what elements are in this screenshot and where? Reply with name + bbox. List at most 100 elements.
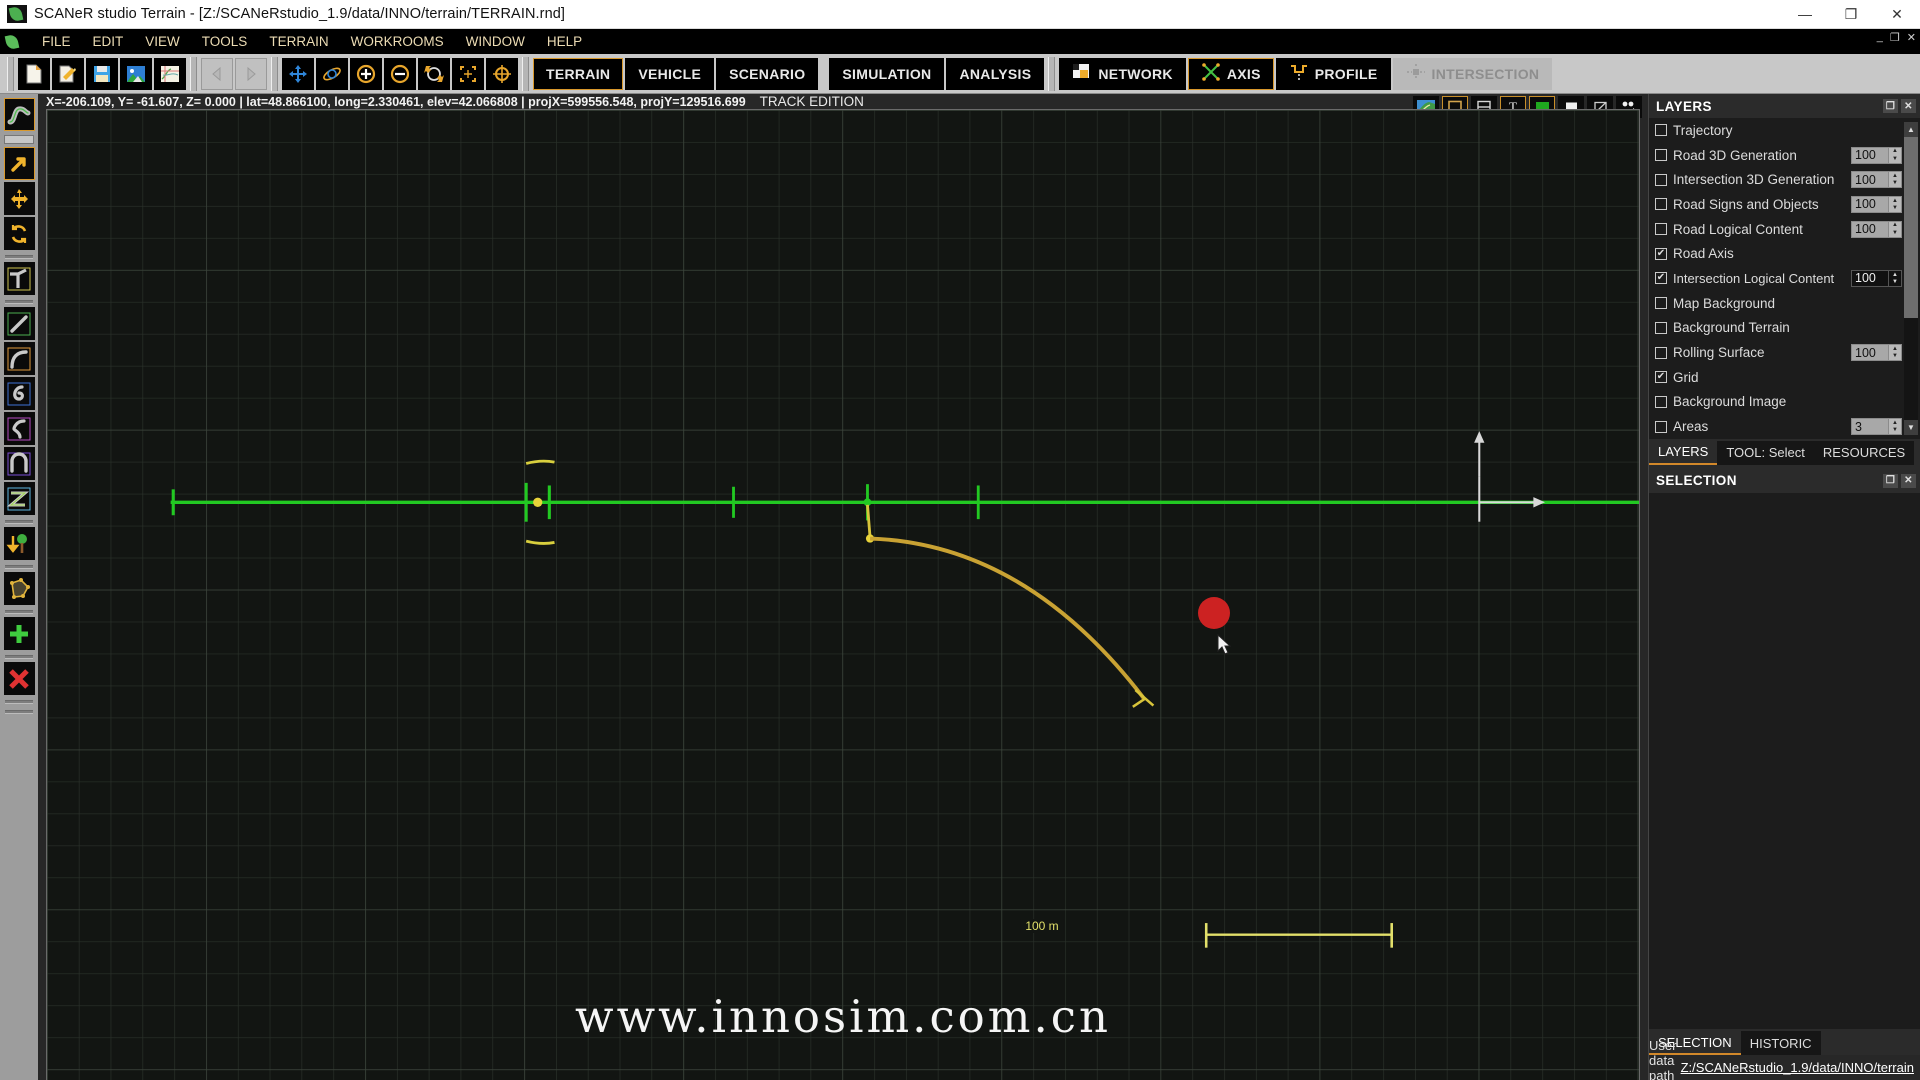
layer-row-background-terrain[interactable]: Background Terrain bbox=[1649, 316, 1920, 341]
move-tool[interactable] bbox=[3, 182, 35, 215]
spinner-arrows[interactable]: ▲ ▼ bbox=[1889, 418, 1902, 436]
layer-row-road-signs-and-objects[interactable]: Road Signs and Objects 100 ▲ ▼ bbox=[1649, 192, 1920, 217]
layer-row-trajectory[interactable]: Trajectory bbox=[1649, 118, 1920, 143]
junction-tool[interactable] bbox=[3, 262, 35, 295]
tab-resources[interactable]: RESOURCES bbox=[1813, 440, 1915, 465]
orbit-icon[interactable] bbox=[316, 57, 348, 90]
menu-item-file[interactable]: FILE bbox=[31, 34, 82, 49]
layer-checkbox[interactable] bbox=[1655, 223, 1667, 236]
layer-checkbox[interactable] bbox=[1655, 149, 1667, 162]
layer-checkbox[interactable] bbox=[1655, 198, 1667, 211]
layer-checkbox[interactable] bbox=[1655, 247, 1667, 260]
mdi-minimize-button[interactable]: _ bbox=[1877, 31, 1883, 44]
zoom-out-icon[interactable] bbox=[384, 57, 416, 90]
layer-row-rolling-surface[interactable]: Rolling Surface 100 ▲ ▼ bbox=[1649, 340, 1920, 365]
layer-checkbox[interactable] bbox=[1655, 371, 1667, 384]
layer-checkbox[interactable] bbox=[1655, 395, 1667, 408]
layer-row-road-logical-content[interactable]: Road Logical Content 100 ▲ ▼ bbox=[1649, 217, 1920, 242]
s-curve-tool[interactable] bbox=[3, 412, 35, 445]
minimize-button[interactable]: — bbox=[1782, 0, 1828, 28]
selection-restore-button[interactable]: ❐ bbox=[1883, 473, 1898, 488]
terrain-object-tool[interactable] bbox=[3, 527, 35, 560]
pan-icon[interactable] bbox=[282, 57, 314, 90]
layer-checkbox[interactable] bbox=[1655, 321, 1667, 334]
menu-item-view[interactable]: VIEW bbox=[134, 34, 191, 49]
mdi-close-button[interactable]: ✕ bbox=[1907, 31, 1916, 44]
mode-simulation-button[interactable]: SIMULATION bbox=[829, 57, 945, 90]
layers-close-button[interactable]: ✕ bbox=[1901, 99, 1916, 113]
layer-row-grid[interactable]: Grid bbox=[1649, 365, 1920, 390]
spinner-arrows[interactable]: ▲ ▼ bbox=[1889, 344, 1902, 362]
menu-item-tools[interactable]: TOOLS bbox=[191, 34, 259, 49]
selection-panel-body[interactable] bbox=[1649, 492, 1920, 1029]
layers-scrollbar[interactable]: ▲ ▼ bbox=[1904, 122, 1918, 435]
spiral-tool[interactable] bbox=[3, 377, 35, 410]
mode-vehicle-button[interactable]: VEHICLE bbox=[625, 57, 715, 90]
layer-checkbox[interactable] bbox=[1655, 272, 1667, 285]
arc-curve-tool[interactable] bbox=[3, 342, 35, 375]
layer-value-spinner[interactable]: 100 ▲ ▼ bbox=[1851, 195, 1902, 213]
layer-value-spinner[interactable]: 100 ▲ ▼ bbox=[1851, 344, 1902, 362]
scroll-up-button[interactable]: ▲ bbox=[1904, 122, 1918, 137]
layer-checkbox[interactable] bbox=[1655, 124, 1667, 137]
user-data-path-link[interactable]: Z:/SCANeRstudio_1.9/data/INNO/terrain bbox=[1681, 1060, 1914, 1075]
rotate-tool[interactable] bbox=[3, 217, 35, 250]
mode-scenario-button[interactable]: SCENARIO bbox=[716, 57, 819, 90]
tab-tool-select[interactable]: TOOL: Select bbox=[1717, 440, 1814, 465]
layer-row-intersection-logical-content[interactable]: Intersection Logical Content 100 ▲▼ bbox=[1649, 266, 1920, 291]
tool-size-slider[interactable] bbox=[4, 135, 34, 144]
center-target-icon[interactable] bbox=[486, 57, 518, 90]
editor-profile-button[interactable]: PROFILE bbox=[1275, 57, 1391, 90]
layer-value-spinner[interactable]: 100 ▲ ▼ bbox=[1851, 269, 1902, 287]
mdi-restore-button[interactable]: ❐ bbox=[1890, 31, 1900, 44]
editor-axis-button[interactable]: AXIS bbox=[1187, 57, 1274, 90]
layer-row-areas[interactable]: Areas 3 ▲ ▼ bbox=[1649, 414, 1920, 439]
editor-network-button[interactable]: NETWORK bbox=[1059, 57, 1186, 90]
layer-checkbox[interactable] bbox=[1655, 346, 1667, 359]
menu-item-window[interactable]: WINDOW bbox=[455, 34, 536, 49]
scroll-down-button[interactable]: ▼ bbox=[1904, 419, 1918, 435]
layer-row-road-3d-generation[interactable]: Road 3D Generation 100 ▲ ▼ bbox=[1649, 143, 1920, 168]
spinner-arrows[interactable]: ▲ ▼ bbox=[1889, 269, 1902, 287]
mode-terrain-button[interactable]: TERRAIN bbox=[533, 57, 624, 90]
scrollbar-thumb[interactable] bbox=[1904, 137, 1918, 319]
area-polygon-tool[interactable] bbox=[3, 572, 35, 605]
zigzag-polyline-tool[interactable] bbox=[3, 482, 35, 515]
terrain-canvas[interactable]: 100 m www.innosim.com.cn bbox=[46, 109, 1640, 1080]
layer-checkbox[interactable] bbox=[1655, 173, 1667, 186]
layer-value-spinner[interactable]: 100 ▲ ▼ bbox=[1851, 220, 1902, 238]
maximize-button[interactable]: ❐ bbox=[1828, 0, 1874, 28]
add-tool[interactable] bbox=[3, 617, 35, 650]
layer-value-spinner[interactable]: 100 ▲ ▼ bbox=[1851, 146, 1902, 164]
layer-checkbox[interactable] bbox=[1655, 297, 1667, 310]
layer-value-spinner[interactable]: 100 ▲ ▼ bbox=[1851, 171, 1902, 189]
layer-row-map-background[interactable]: Map Background bbox=[1649, 291, 1920, 316]
delete-tool[interactable] bbox=[3, 662, 35, 695]
map-icon[interactable] bbox=[154, 57, 186, 90]
menu-item-terrain[interactable]: TERRAIN bbox=[258, 34, 339, 49]
u-turn-tool[interactable] bbox=[3, 447, 35, 480]
spinner-arrows[interactable]: ▲ ▼ bbox=[1889, 146, 1902, 164]
selection-close-button[interactable]: ✕ bbox=[1901, 473, 1916, 488]
zoom-in-icon[interactable] bbox=[350, 57, 382, 90]
zoom-extents-icon[interactable] bbox=[418, 57, 450, 90]
spinner-arrows[interactable]: ▲ ▼ bbox=[1889, 195, 1902, 213]
next-arrow-icon[interactable] bbox=[235, 57, 267, 90]
layer-row-background-image[interactable]: Background Image bbox=[1649, 390, 1920, 415]
tab-layers[interactable]: LAYERS bbox=[1649, 440, 1718, 465]
straight-line-tool[interactable] bbox=[3, 307, 35, 340]
scrollbar-track[interactable] bbox=[1904, 137, 1918, 420]
layer-row-intersection-3d-generation[interactable]: Intersection 3D Generation 100 ▲ ▼ bbox=[1649, 167, 1920, 192]
editor-intersection-button[interactable]: INTERSECTION bbox=[1392, 57, 1553, 90]
spinner-arrows[interactable]: ▲ ▼ bbox=[1889, 220, 1902, 238]
layer-value-spinner[interactable]: 3 ▲ ▼ bbox=[1851, 418, 1902, 436]
close-button[interactable]: ✕ bbox=[1874, 0, 1920, 28]
previous-arrow-icon[interactable] bbox=[201, 57, 233, 90]
mode-analysis-button[interactable]: ANALYSIS bbox=[946, 57, 1045, 90]
road-track-tool[interactable] bbox=[3, 98, 35, 131]
menu-item-workrooms[interactable]: WORKROOMS bbox=[340, 34, 455, 49]
select-arrow-tool[interactable] bbox=[3, 147, 35, 180]
new-file-icon[interactable] bbox=[18, 57, 50, 90]
tab-historic[interactable]: HISTORIC bbox=[1740, 1031, 1821, 1055]
spinner-arrows[interactable]: ▲ ▼ bbox=[1889, 171, 1902, 189]
